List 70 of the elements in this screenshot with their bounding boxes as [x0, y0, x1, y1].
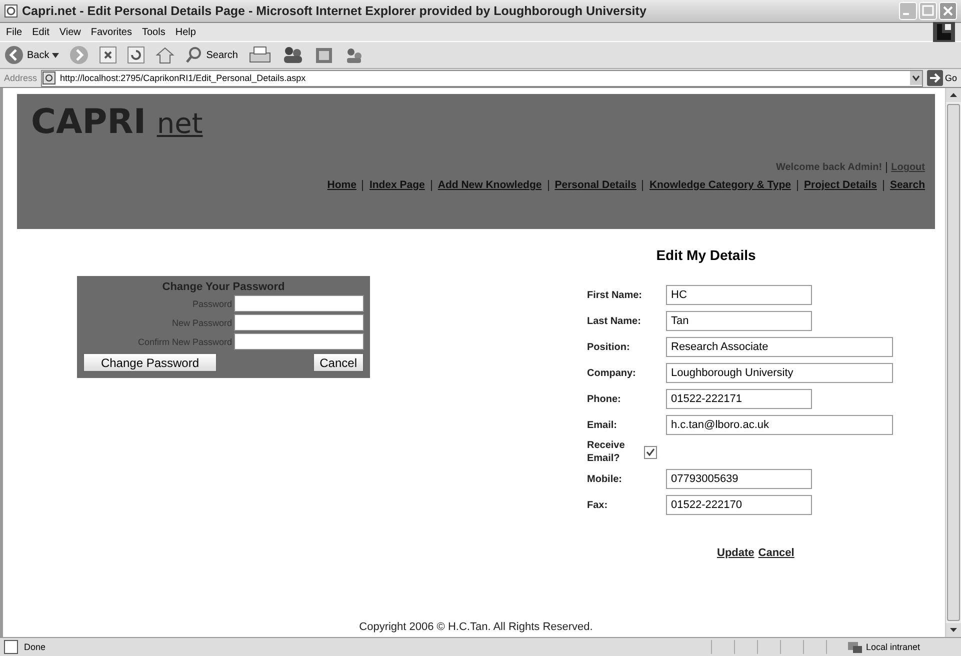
nav-link[interactable]: Home [327, 179, 356, 191]
field-label: New Password [172, 318, 232, 328]
menu-item[interactable]: File [6, 26, 22, 38]
printer-icon[interactable] [248, 45, 272, 65]
nav-link[interactable]: Add New Knowledge [438, 179, 542, 191]
maximize-icon[interactable] [919, 2, 937, 20]
text-field[interactable]: Research Associate [666, 337, 893, 357]
field-label: Password [192, 298, 232, 308]
text-field[interactable]: Loughborough University [666, 363, 893, 383]
panel-title: Change Your Password [161, 281, 286, 293]
text-field[interactable]: 01522-222170 [666, 495, 812, 515]
field-label: First Name: [587, 288, 644, 302]
field-label: Phone: [587, 392, 622, 406]
nav-link[interactable]: Knowledge Category & Type [649, 179, 792, 191]
menu-item[interactable]: Help [175, 26, 196, 38]
password-field[interactable] [234, 333, 364, 350]
status-text: Done [4, 640, 711, 654]
zone-text: Local intranet [866, 642, 920, 652]
search-button[interactable]: Search [185, 46, 238, 64]
arrow-icon [926, 70, 943, 86]
action-link[interactable]: Cancel [758, 547, 794, 559]
forward-icon[interactable] [69, 45, 90, 65]
password-field[interactable] [234, 314, 364, 331]
field-label: Position: [587, 340, 631, 354]
home-icon[interactable] [155, 46, 176, 64]
search-icon [185, 46, 204, 64]
refresh-icon[interactable] [127, 46, 146, 64]
back-button[interactable]: Back [4, 45, 60, 65]
text-field[interactable]: HC [666, 285, 812, 305]
nav-link[interactable]: Personal Details [554, 179, 636, 191]
menu-item[interactable]: Tools [142, 26, 166, 38]
menu-item[interactable]: Favorites [90, 26, 132, 38]
caret-icon [52, 52, 60, 58]
menu-item[interactable]: View [59, 26, 81, 38]
form-heading: Edit My Details [655, 247, 757, 263]
welcome-text: Welcome back Admin! [776, 162, 882, 173]
nav-link[interactable]: Search [890, 179, 925, 191]
address-label: Address [4, 73, 38, 83]
close-icon[interactable] [939, 2, 957, 20]
field-label: Last Name: [587, 314, 642, 328]
text-field[interactable]: Tan [666, 311, 812, 331]
field-label: Fax: [587, 498, 609, 512]
nav-link[interactable]: Project Details [804, 179, 877, 191]
cancel-button[interactable]: Cancel [312, 353, 364, 372]
people-icon[interactable] [282, 45, 304, 65]
text-field[interactable]: 07793005639 [666, 469, 812, 489]
stop-icon[interactable] [99, 46, 118, 64]
go-button[interactable]: Go [926, 70, 957, 86]
nav-link[interactable]: Index Page [369, 179, 425, 191]
address-field[interactable]: http://localhost:2795/CaprikonRI1/Edit_Personal_Details.aspx [41, 70, 923, 86]
site-logo: CAPRI net [31, 102, 204, 142]
window-title: Capri.net - Edit Personal Details Page - Microsoft Internet Explorer provided by Loughborough University [22, 4, 648, 18]
page-icon [4, 4, 18, 18]
checkbox[interactable] [644, 446, 657, 458]
network-icon [847, 640, 863, 654]
field-label: Confirm New Password [138, 336, 232, 346]
text-field[interactable]: h.c.tan@lboro.ac.uk [666, 415, 893, 435]
scrollbar-drawing[interactable] [945, 88, 961, 637]
field-label: Company: [587, 366, 637, 380]
text-field[interactable]: 01522-222171 [666, 389, 812, 409]
field-label: Email: [587, 418, 618, 432]
field-label: Mobile: [587, 472, 623, 486]
copyright-text: Copyright 2006 © H.C.Tan. All Rights Reserved. [358, 621, 594, 635]
menu-item[interactable]: Edit [32, 26, 50, 38]
password-field[interactable] [234, 295, 364, 312]
change-password-button[interactable]: Change Password [83, 353, 217, 372]
dropdown-icon[interactable] [910, 71, 922, 85]
minimize-icon[interactable] [899, 2, 917, 20]
action-link[interactable]: Update [717, 547, 754, 559]
field-label: Receive Email? [587, 439, 626, 465]
